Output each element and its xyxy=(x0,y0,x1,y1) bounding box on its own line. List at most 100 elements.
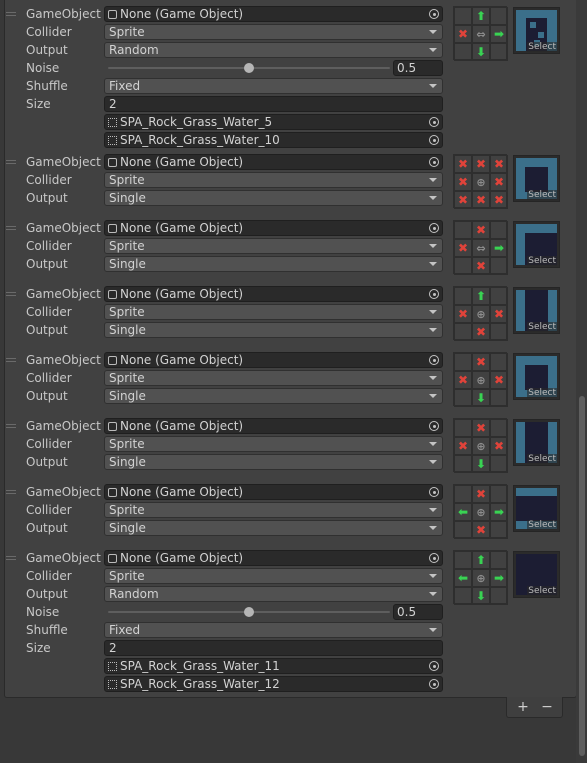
output-dropdown[interactable]: Single xyxy=(104,454,443,470)
select-sprite-label[interactable]: Select xyxy=(527,256,557,266)
neighbor-cell[interactable] xyxy=(454,485,472,503)
shuffle-dropdown[interactable]: Fixed xyxy=(104,78,443,94)
collider-dropdown[interactable]: Sprite xyxy=(104,568,443,584)
neighbor-cell[interactable]: ✖ xyxy=(454,437,472,455)
object-picker-icon[interactable] xyxy=(429,223,439,233)
neighbor-cell[interactable] xyxy=(490,221,508,239)
sprite-field[interactable]: SPA_Rock_Grass_Water_10 xyxy=(104,132,443,148)
neighbor-cell[interactable]: ⬇ xyxy=(472,389,490,407)
neighbor-cell[interactable]: ⊕ xyxy=(472,305,490,323)
output-dropdown[interactable]: Random xyxy=(104,586,443,602)
neighbor-cell[interactable] xyxy=(490,7,508,25)
neighbor-cell[interactable]: ✖ xyxy=(454,155,472,173)
scrollbar-thumb[interactable] xyxy=(579,396,585,756)
neighbor-cell[interactable]: ⊕ xyxy=(472,437,490,455)
gameobject-field[interactable]: None (Game Object) xyxy=(104,6,443,22)
gameobject-field[interactable]: None (Game Object) xyxy=(104,286,443,302)
neighbor-cell[interactable]: ✖ xyxy=(472,221,490,239)
neighbor-cell[interactable]: ✖ xyxy=(454,305,472,323)
gameobject-field[interactable]: None (Game Object) xyxy=(104,418,443,434)
object-picker-icon[interactable] xyxy=(429,661,439,671)
neighbor-cell[interactable]: ⬅ xyxy=(454,503,472,521)
neighbor-cell[interactable]: ✖ xyxy=(472,521,490,539)
gameobject-field[interactable]: None (Game Object) xyxy=(104,352,443,368)
tile-sprite-preview[interactable]: Select xyxy=(513,287,560,334)
size-field[interactable]: 2 xyxy=(104,96,443,112)
neighbor-cell[interactable]: ✖ xyxy=(490,191,508,209)
neighbor-cell[interactable]: ⬇ xyxy=(472,43,490,61)
noise-slider-thumb[interactable] xyxy=(244,607,254,617)
neighbor-cell[interactable]: ✖ xyxy=(472,323,490,341)
reorder-handle-icon[interactable] xyxy=(6,292,16,298)
select-sprite-label[interactable]: Select xyxy=(527,322,557,332)
neighbor-cell[interactable]: ✖ xyxy=(472,155,490,173)
neighbor-cell[interactable]: ⊕ xyxy=(472,503,490,521)
neighbor-cell[interactable] xyxy=(490,419,508,437)
neighbor-cell[interactable]: ✖ xyxy=(472,191,490,209)
object-picker-icon[interactable] xyxy=(429,487,439,497)
reorder-handle-icon[interactable] xyxy=(6,12,16,18)
noise-value-field[interactable]: 0.5 xyxy=(393,604,443,620)
neighbor-cell[interactable] xyxy=(490,551,508,569)
select-sprite-label[interactable]: Select xyxy=(527,454,557,464)
output-dropdown[interactable]: Single xyxy=(104,190,443,206)
neighbor-cell[interactable] xyxy=(454,551,472,569)
neighbor-cell[interactable] xyxy=(454,389,472,407)
neighbor-cell[interactable]: ✖ xyxy=(454,239,472,257)
neighbor-cell[interactable]: ✖ xyxy=(454,191,472,209)
collider-dropdown[interactable]: Sprite xyxy=(104,172,443,188)
reorder-handle-icon[interactable] xyxy=(6,556,16,562)
object-picker-icon[interactable] xyxy=(429,421,439,431)
neighbor-cell[interactable] xyxy=(454,353,472,371)
neighbor-cell[interactable] xyxy=(490,323,508,341)
tile-sprite-preview[interactable]: Select xyxy=(513,7,560,54)
neighbor-cell[interactable]: ⬇ xyxy=(472,455,490,473)
neighbor-cell[interactable]: ✖ xyxy=(454,173,472,191)
output-dropdown[interactable]: Single xyxy=(104,256,443,272)
object-picker-icon[interactable] xyxy=(429,355,439,365)
neighbor-cell[interactable] xyxy=(490,353,508,371)
neighbor-cell[interactable] xyxy=(454,287,472,305)
gameobject-field[interactable]: None (Game Object) xyxy=(104,484,443,500)
select-sprite-label[interactable]: Select xyxy=(527,190,557,200)
reorder-handle-icon[interactable] xyxy=(6,490,16,496)
object-picker-icon[interactable] xyxy=(429,135,439,145)
object-picker-icon[interactable] xyxy=(429,553,439,563)
size-field[interactable]: 2 xyxy=(104,640,443,656)
remove-rule-button[interactable]: − xyxy=(537,697,557,717)
neighbor-cell[interactable] xyxy=(490,389,508,407)
tile-sprite-preview[interactable]: Select xyxy=(513,419,560,466)
collider-dropdown[interactable]: Sprite xyxy=(104,238,443,254)
gameobject-field[interactable]: None (Game Object) xyxy=(104,220,443,236)
collider-dropdown[interactable]: Sprite xyxy=(104,436,443,452)
neighbor-cell[interactable] xyxy=(490,257,508,275)
select-sprite-label[interactable]: Select xyxy=(527,388,557,398)
sprite-field[interactable]: SPA_Rock_Grass_Water_12 xyxy=(104,676,443,692)
neighbor-cell[interactable]: ✖ xyxy=(490,173,508,191)
neighbor-cell[interactable] xyxy=(454,257,472,275)
neighbor-cell[interactable]: ⬅ xyxy=(454,569,472,587)
object-picker-icon[interactable] xyxy=(429,9,439,19)
neighbor-cell[interactable]: ✖ xyxy=(490,155,508,173)
neighbor-cell[interactable] xyxy=(454,221,472,239)
neighbor-cell[interactable]: ⇔ xyxy=(472,25,490,43)
neighbor-cell[interactable]: ✖ xyxy=(472,419,490,437)
neighbor-cell[interactable]: ⬇ xyxy=(472,587,490,605)
tile-sprite-preview[interactable]: Select xyxy=(513,551,560,598)
neighbor-cell[interactable]: ✖ xyxy=(490,437,508,455)
object-picker-icon[interactable] xyxy=(429,289,439,299)
neighbor-cell[interactable] xyxy=(490,521,508,539)
tile-sprite-preview[interactable]: Select xyxy=(513,221,560,268)
tile-sprite-preview[interactable]: Select xyxy=(513,353,560,400)
shuffle-dropdown[interactable]: Fixed xyxy=(104,622,443,638)
neighbor-cell[interactable] xyxy=(454,455,472,473)
collider-dropdown[interactable]: Sprite xyxy=(104,24,443,40)
neighbor-cell[interactable]: ➡ xyxy=(490,569,508,587)
neighbor-cell[interactable]: ✖ xyxy=(454,371,472,389)
neighbor-cell[interactable] xyxy=(490,587,508,605)
reorder-handle-icon[interactable] xyxy=(6,226,16,232)
object-picker-icon[interactable] xyxy=(429,157,439,167)
neighbor-cell[interactable]: ⬆ xyxy=(472,7,490,25)
neighbor-cell[interactable]: ⬆ xyxy=(472,287,490,305)
neighbor-cell[interactable] xyxy=(490,43,508,61)
